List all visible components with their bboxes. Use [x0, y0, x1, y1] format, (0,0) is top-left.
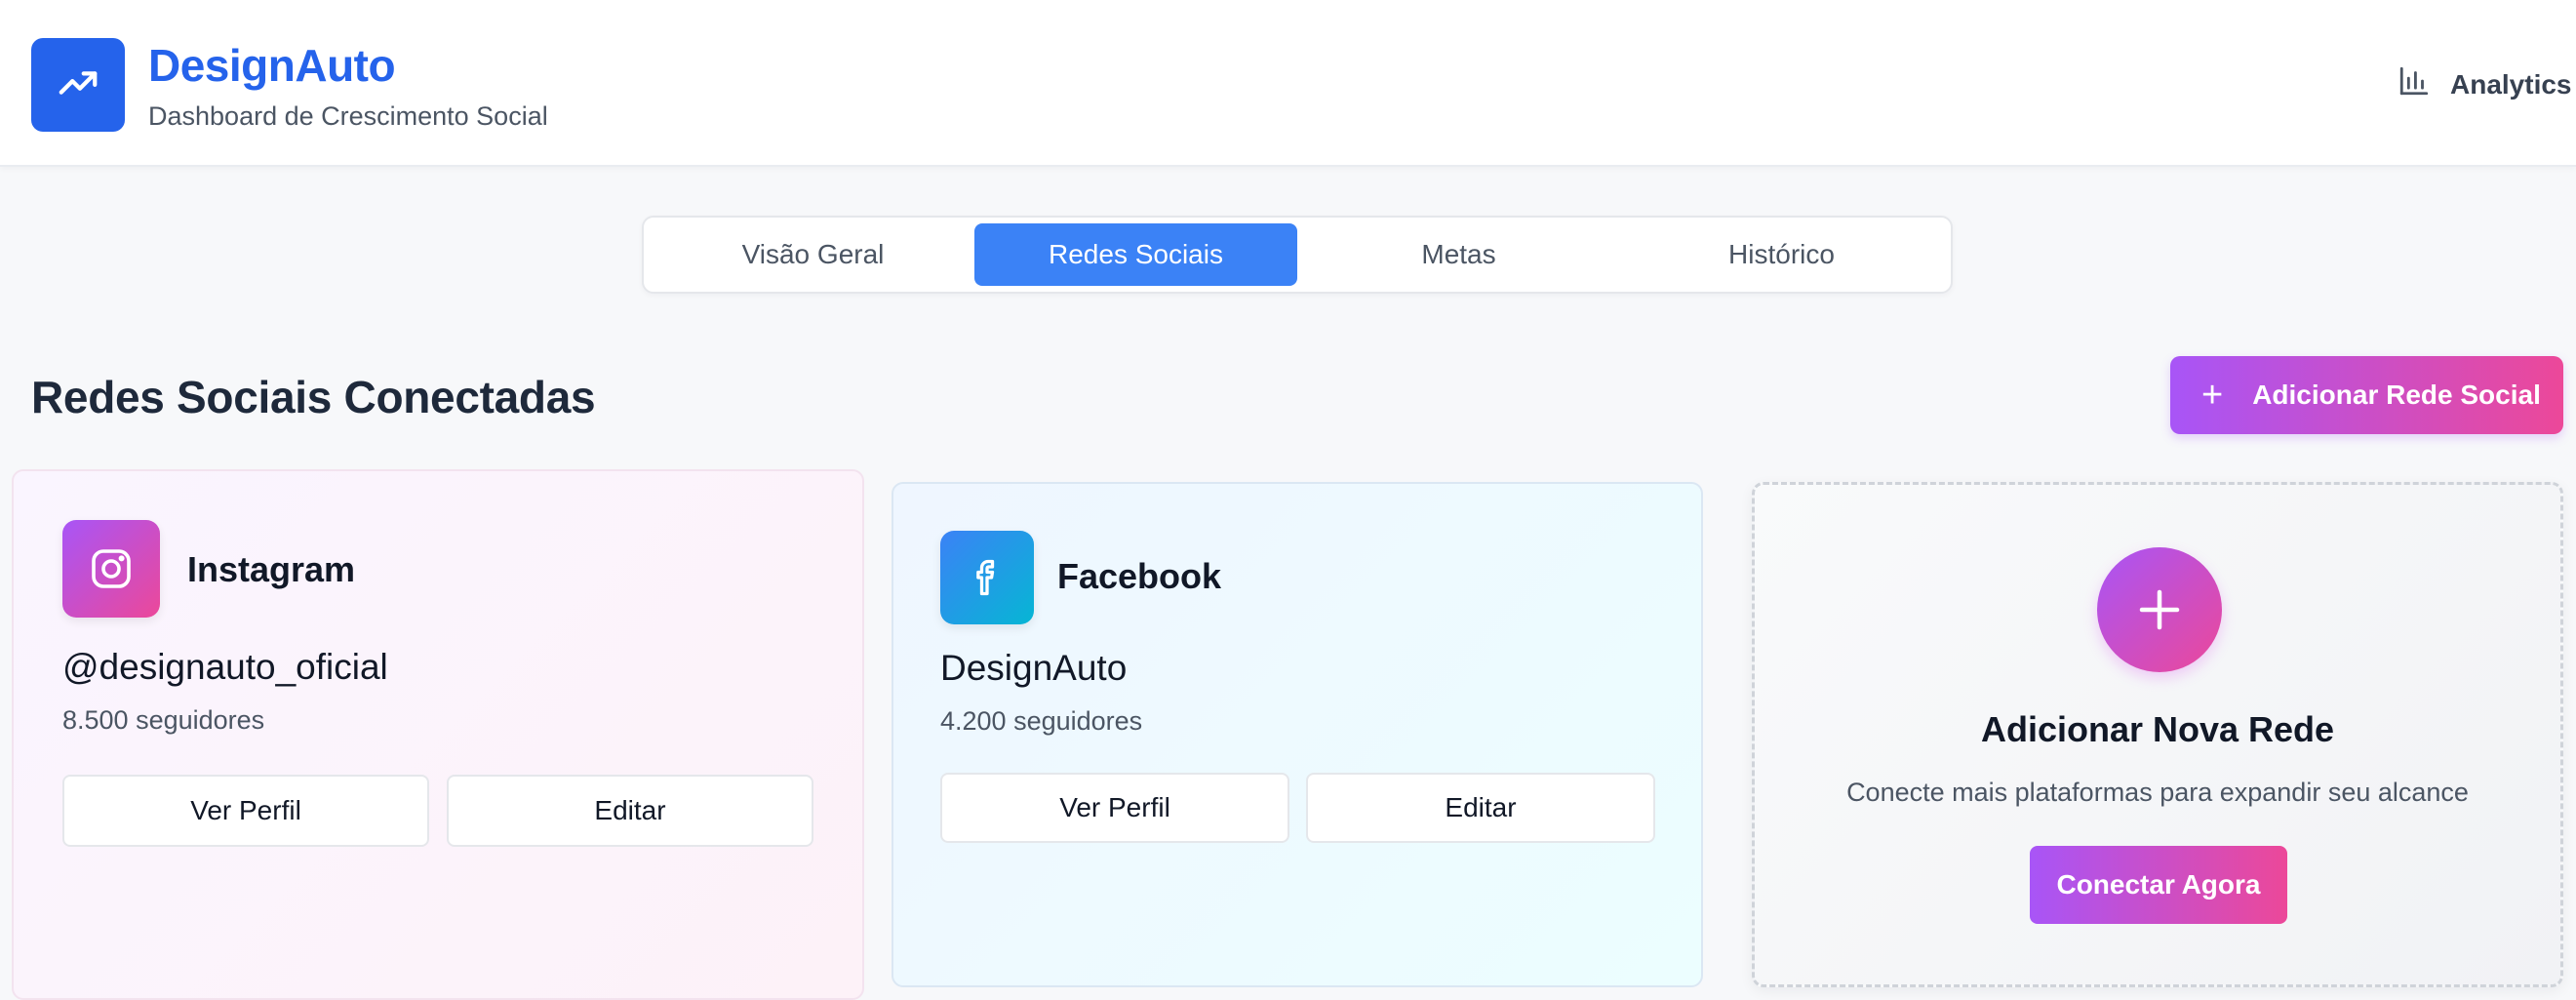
network-name: Instagram [187, 549, 356, 589]
brand-name: DesignAuto [148, 40, 396, 91]
tab-redes-sociais[interactable]: Redes Sociais [974, 223, 1297, 286]
add-social-network-button[interactable]: + Adicionar Rede Social [2170, 356, 2563, 434]
tab-historico[interactable]: Histórico [1620, 223, 1943, 286]
edit-button[interactable]: Editar [447, 775, 813, 847]
network-followers: 8.500 seguidores [62, 705, 265, 735]
brand-subtitle: Dashboard de Crescimento Social [148, 101, 548, 131]
connect-now-button[interactable]: Conectar Agora [2030, 846, 2287, 924]
logo [31, 38, 125, 132]
instagram-icon [62, 520, 160, 618]
network-handle: DesignAuto [940, 648, 1128, 688]
view-profile-button[interactable]: Ver Perfil [62, 775, 429, 847]
add-network-description: Conecte mais plataformas para expandir s… [1846, 778, 2469, 807]
trending-up-icon [56, 60, 100, 110]
network-card-facebook: Facebook DesignAuto 4.200 seguidores Ver… [892, 482, 1703, 987]
add-network-title: Adicionar Nova Rede [1980, 709, 2335, 749]
edit-button[interactable]: Editar [1306, 773, 1655, 843]
network-card-instagram: Instagram @designauto_oficial 8.500 segu… [12, 469, 864, 1000]
network-followers: 4.200 seguidores [940, 706, 1143, 736]
analytics-button[interactable]: Analytics [2398, 64, 2572, 104]
app-header: DesignAuto Dashboard de Crescimento Soci… [0, 0, 2576, 167]
tab-metas[interactable]: Metas [1297, 223, 1620, 286]
analytics-label: Analytics [2450, 68, 2572, 100]
network-name: Facebook [1057, 556, 1222, 596]
section-title: Redes Sociais Conectadas [31, 372, 596, 422]
tab-bar: Visão Geral Redes Sociais Metas Históric… [642, 216, 1953, 294]
tab-visao-geral[interactable]: Visão Geral [652, 223, 974, 286]
plus-icon: + [2201, 375, 2224, 416]
add-social-network-label: Adicionar Rede Social [2252, 380, 2541, 410]
network-handle: @designauto_oficial [62, 647, 388, 687]
add-network-card[interactable]: Adicionar Nova Rede Conecte mais platafo… [1752, 482, 2563, 987]
bar-chart-icon [2398, 64, 2431, 104]
facebook-icon [940, 531, 1034, 624]
view-profile-button[interactable]: Ver Perfil [940, 773, 1289, 843]
plus-icon [2097, 547, 2222, 672]
